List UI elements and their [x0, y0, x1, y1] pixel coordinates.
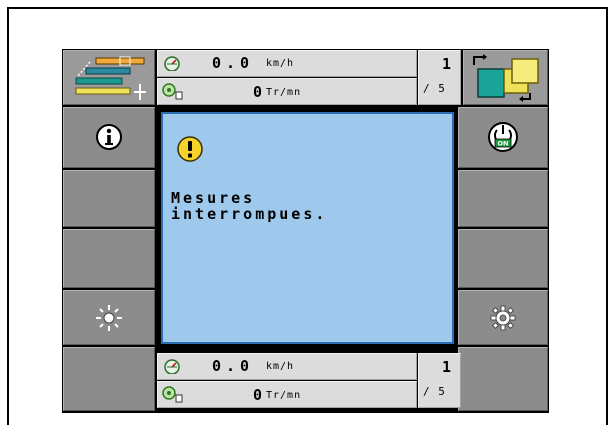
bottom-speed-value: 0.0 [212, 357, 255, 375]
bottom-rpm-unit: Tr/mn [266, 390, 302, 401]
speedometer-icon [164, 56, 180, 71]
top-rpm-unit: Tr/mn [266, 87, 302, 98]
left-button-2[interactable] [63, 170, 155, 227]
alarm-message-line2: interrompues. [171, 205, 328, 223]
info-icon [96, 124, 122, 150]
bottom-page-current: 1 [442, 358, 452, 376]
terminal-screen: 0.0 km/h 0 Tr/mn 1 / 5 ON 0.0 km/h 0 Tr/… [62, 49, 549, 413]
machine-layout-button[interactable] [63, 50, 155, 105]
settings-gear-icon [490, 305, 516, 331]
top-speed-value: 0.0 [212, 54, 255, 72]
top-speed-unit: km/h [266, 58, 295, 69]
power-on-label: ON [498, 140, 509, 148]
brightness-button[interactable] [63, 290, 155, 345]
power-on-icon: ON [488, 122, 518, 152]
top-page-current: 1 [442, 55, 452, 73]
left-button-5[interactable] [63, 347, 155, 411]
top-page-counter [418, 50, 461, 105]
right-button-3[interactable] [458, 229, 548, 288]
left-button-3[interactable] [63, 229, 155, 288]
alarm-dialog: Mesures interrompues. [161, 112, 454, 344]
bottom-speed-unit: km/h [266, 361, 295, 372]
settings-button[interactable] [458, 290, 548, 345]
bottom-page-counter [418, 353, 461, 408]
top-page-total: / 5 [423, 82, 446, 95]
pto-rpm-icon [162, 83, 183, 100]
section-control-icon [473, 54, 539, 102]
right-button-2[interactable] [458, 170, 548, 227]
bottom-page-total: / 5 [423, 385, 446, 398]
section-control-button[interactable] [463, 50, 548, 105]
pto-rpm-icon [162, 386, 183, 403]
warning-icon [177, 136, 203, 162]
brightness-icon [96, 305, 122, 331]
alarm-message: Mesures interrompues. [171, 190, 327, 222]
machine-layout-icon [75, 56, 146, 100]
power-on-button[interactable]: ON [458, 107, 548, 168]
speedometer-icon [164, 359, 180, 374]
info-button[interactable] [63, 107, 155, 168]
right-button-5[interactable] [458, 347, 548, 411]
bottom-rpm-value: 0 [253, 386, 263, 404]
top-rpm-value: 0 [253, 83, 263, 101]
